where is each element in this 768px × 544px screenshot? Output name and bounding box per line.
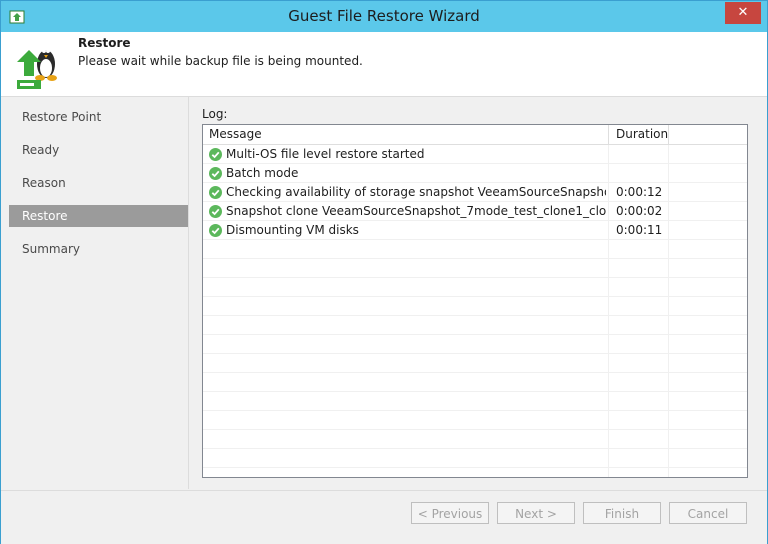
success-check-icon [209, 224, 222, 237]
log-duration [616, 145, 662, 164]
column-message[interactable]: Message [209, 125, 262, 144]
log-list[interactable]: Message Duration Multi-OS file level res… [202, 124, 748, 478]
log-header: Message Duration [203, 125, 747, 145]
window-title: Guest File Restore Wizard [288, 7, 480, 25]
success-check-icon [209, 186, 222, 199]
wizard-window: Guest File Restore Wizard ✕ Restore Plea… [0, 0, 768, 544]
linux-restore-icon [17, 49, 57, 89]
column-separator[interactable] [668, 125, 669, 144]
log-empty-row [203, 240, 747, 259]
log-empty-row [203, 354, 747, 373]
success-check-icon [209, 148, 222, 161]
log-message: Snapshot clone VeeamSourceSnapshot_7mode… [226, 204, 606, 218]
step-restore-point[interactable]: Restore Point [9, 106, 188, 128]
log-empty-row [203, 373, 747, 392]
step-restore[interactable]: Restore [9, 205, 188, 227]
finish-button[interactable]: Finish [583, 502, 661, 524]
success-check-icon [209, 167, 222, 180]
log-row[interactable]: Batch mode [203, 164, 747, 183]
log-empty-row [203, 259, 747, 278]
log-empty-row [203, 411, 747, 430]
log-message: Batch mode [226, 166, 299, 180]
log-empty-row [203, 335, 747, 354]
log-empty-row [203, 316, 747, 335]
log-row[interactable]: Multi-OS file level restore started [203, 145, 747, 164]
log-label: Log: [202, 107, 228, 121]
step-ready[interactable]: Ready [9, 139, 188, 161]
log-row[interactable]: Snapshot clone VeeamSourceSnapshot_7mode… [203, 202, 747, 221]
log-duration: 0:00:11 [616, 223, 663, 237]
log-empty-row [203, 430, 747, 449]
title-bar[interactable]: Guest File Restore Wizard ✕ [1, 1, 767, 32]
log-row[interactable]: Checking availability of storage snapsho… [203, 183, 747, 202]
log-message: Checking availability of storage snapsho… [226, 185, 606, 199]
wizard-footer: < Previous Next > Finish Cancel [1, 490, 767, 544]
step-reason[interactable]: Reason [9, 172, 188, 194]
main-panel: Log: Message Duration Multi-OS file leve… [189, 97, 767, 489]
wizard-header: Restore Please wait while backup file is… [1, 32, 767, 97]
log-duration: 0:00:12 [616, 185, 663, 199]
close-button[interactable]: ✕ [725, 2, 761, 24]
log-empty-row [203, 449, 747, 468]
log-empty-row [203, 392, 747, 411]
log-empty-row [203, 278, 747, 297]
column-separator[interactable] [608, 125, 609, 144]
log-empty-row [203, 468, 747, 477]
cancel-button[interactable]: Cancel [669, 502, 747, 524]
header-description: Please wait while backup file is being m… [78, 54, 363, 68]
log-message: Dismounting VM disks [226, 223, 359, 237]
log-message: Multi-OS file level restore started [226, 147, 425, 161]
log-duration: 0:00:02 [616, 204, 663, 218]
log-empty-row [203, 297, 747, 316]
previous-button[interactable]: < Previous [411, 502, 489, 524]
success-check-icon [209, 205, 222, 218]
column-duration[interactable]: Duration [616, 125, 668, 144]
step-summary[interactable]: Summary [9, 238, 188, 260]
header-title: Restore [78, 36, 131, 50]
next-button[interactable]: Next > [497, 502, 575, 524]
wizard-steps: Restore Point Ready Reason Restore Summa… [1, 97, 189, 489]
log-row[interactable]: Dismounting VM disks 0:00:11 [203, 221, 747, 240]
log-duration [616, 164, 662, 183]
